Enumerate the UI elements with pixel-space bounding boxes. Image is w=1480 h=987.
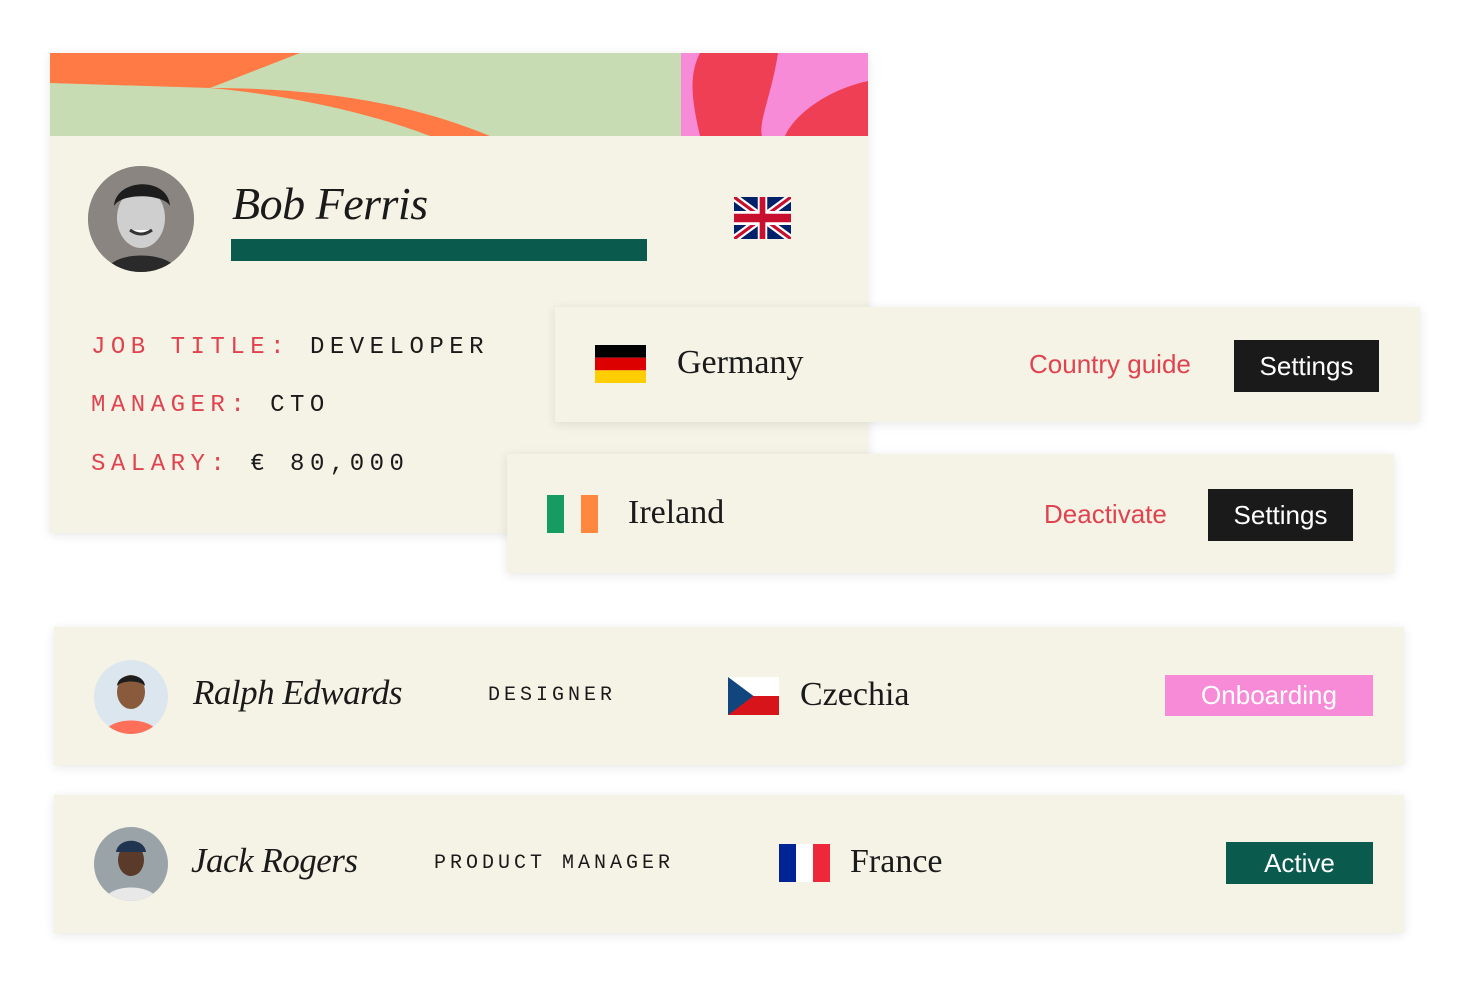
decorative-banner <box>50 53 868 136</box>
field-label: MANAGER: <box>91 392 251 419</box>
uk-flag-icon <box>734 197 791 239</box>
country-name: Germany <box>677 344 804 381</box>
ireland-flag-icon <box>547 495 598 533</box>
country-card-germany: Germany Country guide Settings <box>555 307 1420 422</box>
settings-button[interactable]: Settings <box>1208 489 1353 541</box>
france-flag-icon <box>779 844 830 882</box>
avatar <box>94 827 168 901</box>
avatar <box>88 166 194 272</box>
country-name: Ireland <box>628 494 725 531</box>
employee-name: Jack Rogers <box>191 841 358 880</box>
country-name: Czechia <box>800 676 910 713</box>
employee-role: DESIGNER <box>488 684 617 707</box>
job-title-field: JOB TITLE: DEVELOPER <box>91 334 489 361</box>
avatar <box>94 660 168 734</box>
country-card-ireland: Ireland Deactivate Settings <box>507 454 1394 573</box>
country-name: France <box>850 843 943 880</box>
manager-field: MANAGER: CTO <box>91 392 330 419</box>
status-badge: Onboarding <box>1165 675 1373 716</box>
salary-field: SALARY: € 80,000 <box>91 451 409 478</box>
settings-button[interactable]: Settings <box>1234 340 1379 392</box>
country-guide-link[interactable]: Country guide <box>1029 349 1191 380</box>
employee-row[interactable]: Ralph Edwards DESIGNER Czechia Onboardin… <box>54 627 1404 765</box>
czechia-flag-icon <box>728 677 779 715</box>
employee-row[interactable]: Jack Rogers PRODUCT MANAGER France Activ… <box>54 795 1404 933</box>
employee-role: PRODUCT MANAGER <box>434 852 675 875</box>
employee-name: Ralph Edwards <box>193 673 403 712</box>
employee-name: Bob Ferris <box>232 178 428 229</box>
germany-flag-icon <box>595 345 646 383</box>
name-underline <box>231 239 647 261</box>
field-label: SALARY: <box>91 451 231 478</box>
deactivate-link[interactable]: Deactivate <box>1044 499 1167 530</box>
status-badge: Active <box>1226 842 1373 884</box>
field-value: DEVELOPER <box>309 334 490 361</box>
field-value: € 80,000 <box>250 451 410 478</box>
field-label: JOB TITLE: <box>91 334 291 361</box>
field-value: CTO <box>270 392 330 419</box>
